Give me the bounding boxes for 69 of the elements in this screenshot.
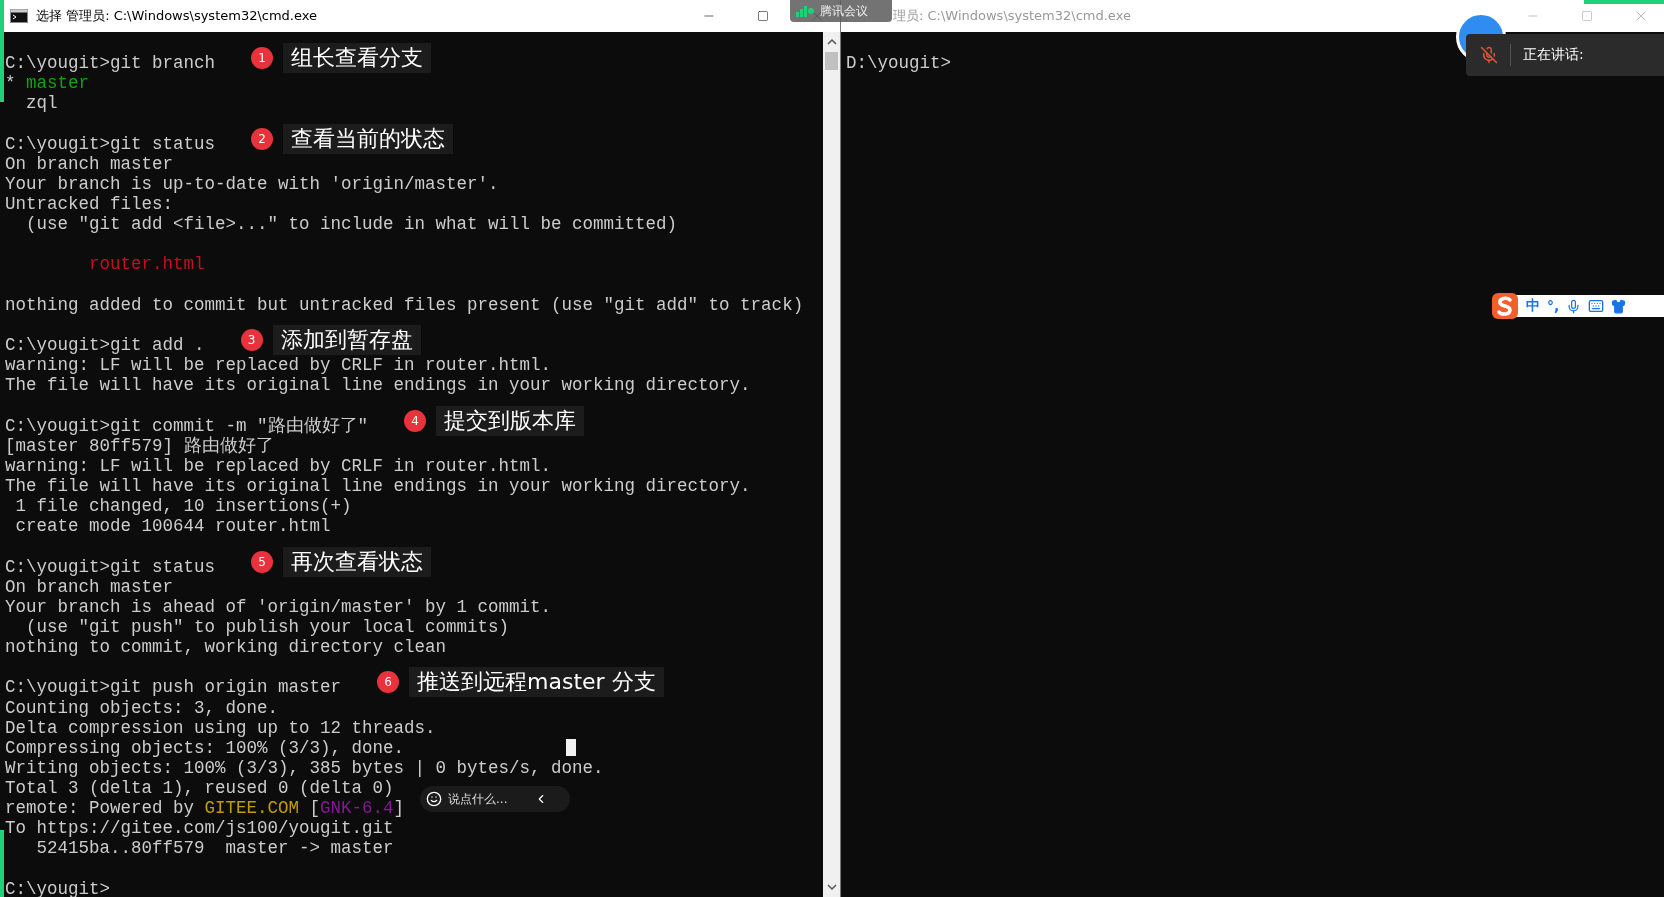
terminal-line: Delta compression using up to 12 threads. [5,717,436,738]
terminal-line: warning: LF will be replaced by CRLF in router.html. [5,455,552,476]
meeting-toast[interactable]: 腾讯会议 [790,0,892,22]
terminal-line: C:\yougit>git push origin master [5,677,342,698]
maximize-icon[interactable] [757,10,769,22]
terminal-line: The file will have its original line endings in your working directory. [5,475,751,497]
step-number: 6 [377,671,400,694]
annotation-label: 提交到版本库 [436,405,585,436]
annotation-label: 添加到暂存盘 [272,325,421,356]
terminal-line: The file will have its original line endings in your working directory. [5,375,751,396]
window-title: 选择 管理员: C:\Windows\system32\cmd.exe [36,7,318,25]
terminal-line: Untracked files: [5,194,174,215]
terminal-icon [10,9,28,23]
terminal-line: D:\yougit> [846,53,952,74]
annotation-label: 推送到远程master 分支 [409,667,664,698]
scroll-down-icon[interactable] [826,882,837,892]
speaking-label: 正在讲话: [1523,46,1584,64]
terminal-line: zql [25,93,58,114]
muted-mic-icon[interactable] [1480,46,1498,64]
scroll-up-icon[interactable] [826,37,837,47]
terminal-line: remote: Powered by GITEE.COM [GNK-6.4] [5,798,405,819]
meeting-title: 腾讯会议 [820,2,868,20]
terminal-line: Your branch is up-to-date with 'origin/master'. [5,173,499,194]
ime-mode-toggle[interactable]: 中 [1526,297,1540,315]
chat-input[interactable]: 说点什么... [420,786,570,812]
terminal-line: Writing objects: 100% (3/3), 385 bytes | 0 bytes/s, done. [5,757,604,779]
step-number: 3 [240,329,263,352]
terminal-line: warning: LF will be replaced by CRLF in router.html. [5,355,552,376]
step-number: 5 [251,550,274,573]
annotation-label: 查看当前的状态 [283,123,454,154]
terminal-line: nothing added to commit but untracked files present (use "git add" to track) [5,294,804,315]
terminal-line: On branch master [5,576,174,597]
shirt-icon[interactable] [1611,298,1627,314]
terminal-line: * master [5,73,90,94]
mic-icon[interactable] [1566,298,1582,314]
terminal-line: (use "git push" to publish your local commits) [25,616,510,638]
step-number: 4 [404,409,427,432]
punctuation-toggle[interactable]: °, [1547,298,1560,314]
terminal-line: router.html [88,254,205,275]
terminal-line: C:\yougit>git commit -m "路由做好了" [5,415,369,436]
smiley-icon[interactable] [426,791,442,807]
terminal-line: C:\yougit>git add . [5,334,205,356]
terminal-line: nothing to commit, working directory clean [5,637,447,658]
terminal-line: create mode 100644 router.html [14,516,331,537]
terminal-line: Compressing objects: 100% (3/3), done. [5,737,405,758]
step-number: 2 [251,127,274,150]
scroll-thumb[interactable] [825,52,838,70]
annotation-label: 组长查看分支 [283,43,432,74]
terminal-line: To https://gitee.com/js100/yougit.git [5,818,394,839]
terminal-line: Counting objects: 3, done. [5,697,279,718]
annotation-label: 再次查看状态 [283,546,432,577]
terminal-line: C:\yougit>git status [5,556,216,577]
terminal-line: [master 80ff579] 路由做好了 [5,435,274,456]
signal-icon [796,5,814,17]
terminal-line: C:\yougit>git status [5,133,216,154]
ime-logo-icon[interactable] [1491,292,1519,320]
terminal-line: Your branch is ahead of 'origin/master' by 1 commit. [5,596,552,617]
terminal-line: 52415ba..80ff579 master -> master [35,838,394,859]
step-number: 1 [251,47,274,70]
terminal-line: (use "git add <file>..." to include in what will be committed) [25,214,678,235]
scrollbar[interactable] [823,32,840,897]
keyboard-icon[interactable] [1588,298,1605,314]
terminal-line: C:\yougit> [5,878,111,897]
terminal-line: 1 file changed, 10 insertions(+) [14,496,352,517]
terminal-line: C:\yougit>git branch [5,53,216,74]
window-title: 理员: C:\Windows\system32\cmd.exe [893,7,1131,25]
chat-field[interactable]: 说点什么... [448,792,528,806]
terminal-line: Total 3 (delta 1), reused 0 (delta 0) [5,778,394,799]
terminal-line: On branch master [5,153,174,174]
